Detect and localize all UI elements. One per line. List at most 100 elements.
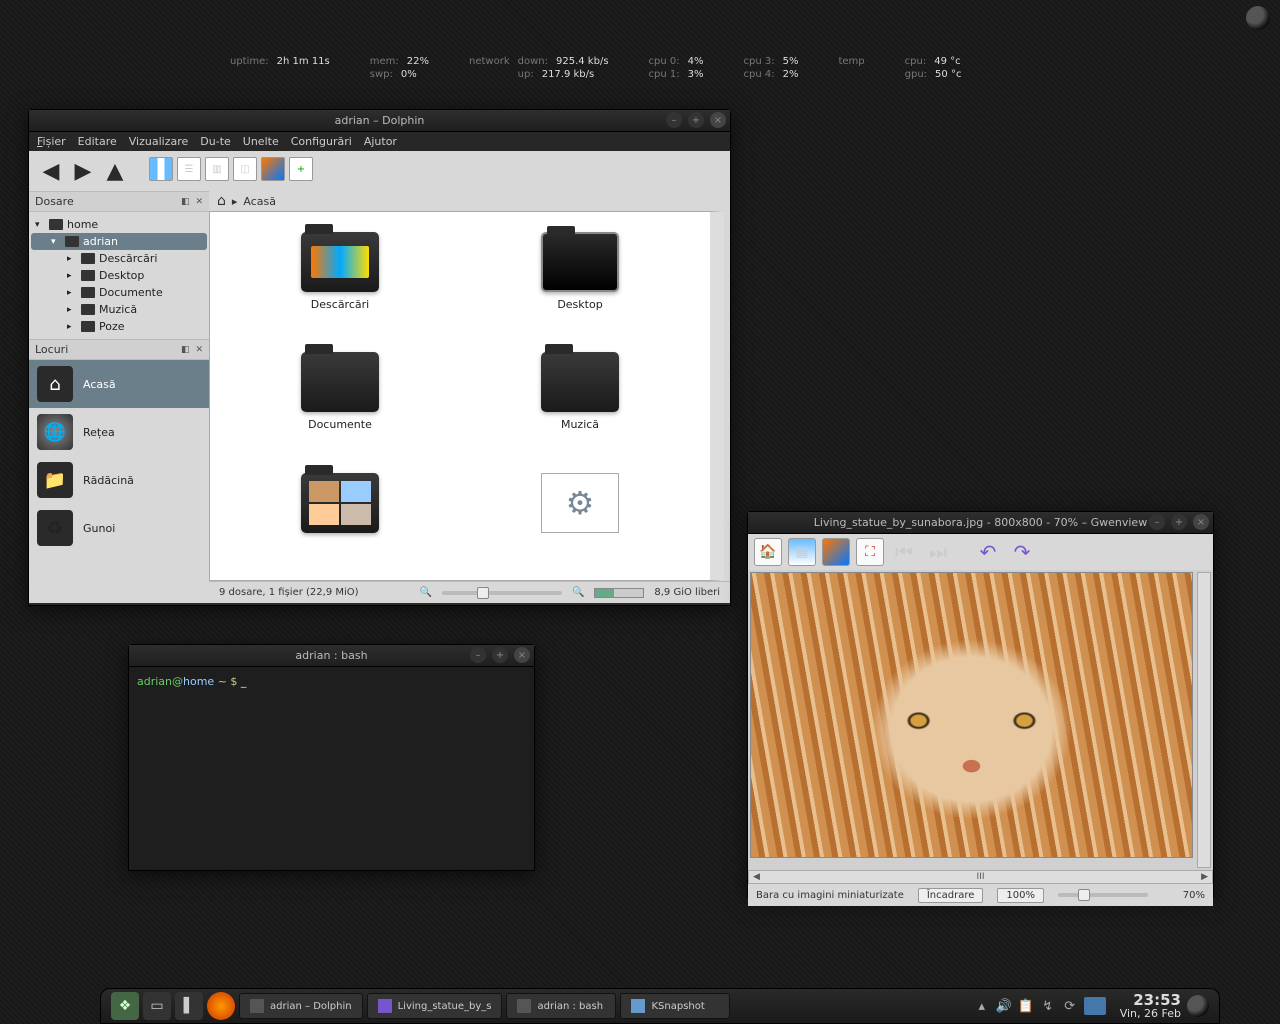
task-ksnapshot[interactable]: KSnapshot xyxy=(620,993,730,1019)
view-preview-button[interactable] xyxy=(261,157,285,181)
clipboard-icon[interactable]: 📋 xyxy=(1018,998,1034,1014)
folder-documents-label: Documente xyxy=(308,418,372,431)
trash-icon: ♻ xyxy=(37,510,73,546)
task-terminal[interactable]: adrian : bash xyxy=(506,993,616,1019)
place-network[interactable]: 🌐Rețea xyxy=(29,408,209,456)
folder-desktop[interactable]: Desktop xyxy=(490,232,670,332)
temp-gpu-label: gpu: xyxy=(905,69,927,80)
terminal-launcher[interactable]: ▌ xyxy=(175,992,203,1020)
pane-undock-icon[interactable]: ◧ xyxy=(181,345,190,355)
next-image-button[interactable]: ⏭ xyxy=(924,538,952,566)
view-icons-button[interactable] xyxy=(149,157,173,181)
view-button[interactable] xyxy=(822,538,850,566)
prev-image-button[interactable]: ⏮ xyxy=(890,538,918,566)
menu-view[interactable]: Vizualizare xyxy=(129,135,189,148)
taskbar-clock[interactable]: 23:53 Vin, 26 Feb xyxy=(1120,992,1181,1021)
view-split-button[interactable]: ◫ xyxy=(233,157,257,181)
menu-settings[interactable]: Configurări xyxy=(291,135,352,148)
volume-icon[interactable]: 🔊 xyxy=(996,998,1012,1014)
place-home[interactable]: ⌂Acasă xyxy=(29,360,209,408)
fit-button[interactable]: Încadrare xyxy=(918,888,984,903)
breadcrumb-home[interactable]: Acasă xyxy=(243,195,276,208)
menu-go[interactable]: Du-te xyxy=(200,135,231,148)
tree-pictures-label: Poze xyxy=(99,320,125,333)
maximize-button[interactable]: + xyxy=(688,112,704,128)
nav-forward-button[interactable]: ▶ xyxy=(69,157,97,185)
scroll-thumb[interactable]: III xyxy=(977,872,985,882)
view-new-button[interactable]: + xyxy=(289,157,313,181)
dolphin-titlebar[interactable]: adrian – Dolphin – + × xyxy=(29,110,730,132)
browse-button[interactable]: 🏠 xyxy=(754,538,782,566)
updates-icon[interactable]: ⟳ xyxy=(1062,998,1078,1014)
maximize-button[interactable]: + xyxy=(492,647,508,663)
image-viewport[interactable] xyxy=(748,570,1213,870)
tree-adrian[interactable]: ▾adrian xyxy=(31,233,207,250)
folder-documents[interactable]: Documente xyxy=(250,352,430,452)
maximize-button[interactable]: + xyxy=(1171,514,1187,530)
network-tray-icon[interactable]: ↯ xyxy=(1040,998,1056,1014)
system-tray: ▴ 🔊 📋 ↯ ⟳ 23:53 Vin, 26 Feb xyxy=(974,992,1209,1021)
horizontal-scrollbar[interactable]: ◀III▶ xyxy=(748,870,1213,884)
thumbnails-button[interactable]: ▦ xyxy=(788,538,816,566)
gwenview-titlebar[interactable]: Living_statue_by_sunabora.jpg - 800x800 … xyxy=(748,512,1213,534)
tree-documents[interactable]: ▸Documente xyxy=(31,284,207,301)
zoom-out-icon[interactable]: 🔍 xyxy=(419,587,431,598)
fullscreen-button[interactable]: ⛶ xyxy=(856,538,884,566)
cpu4-label: cpu 4: xyxy=(744,69,775,80)
vertical-scrollbar[interactable] xyxy=(1197,572,1211,868)
zoom-slider[interactable] xyxy=(442,591,562,595)
network-icon: 🌐 xyxy=(37,414,73,450)
breadcrumb[interactable]: ⌂ ▸ Acasă xyxy=(209,191,730,211)
place-trash[interactable]: ♻Gunoi xyxy=(29,504,209,552)
status-free-space: 8,9 GiO liberi xyxy=(654,587,720,598)
tree-home[interactable]: ▾home xyxy=(31,216,207,233)
zoom-slider[interactable] xyxy=(1058,893,1148,897)
task-ksnapshot-label: KSnapshot xyxy=(651,1001,704,1012)
folder-settings[interactable]: ⚙ xyxy=(490,473,670,560)
pane-close-icon[interactable]: ✕ xyxy=(195,197,203,207)
zoom-in-icon[interactable]: 🔍 xyxy=(572,587,584,598)
gwenview-statusbar: Bara cu imagini miniaturizate Încadrare … xyxy=(748,884,1213,906)
nav-up-button[interactable]: ▲ xyxy=(101,157,129,185)
rotate-right-button[interactable]: ↷ xyxy=(1008,538,1036,566)
terminal-icon xyxy=(517,999,531,1013)
pane-close-icon[interactable]: ✕ xyxy=(195,345,203,355)
tree-downloads[interactable]: ▸Descărcări xyxy=(31,250,207,267)
pane-undock-icon[interactable]: ◧ xyxy=(181,197,190,207)
temp-cpu-value: 49 °c xyxy=(934,56,960,67)
firefox-launcher[interactable] xyxy=(207,992,235,1020)
terminal-body[interactable]: adrian@home ~ $ _ xyxy=(129,667,534,696)
tree-desktop[interactable]: ▸Desktop xyxy=(31,267,207,284)
minimize-button[interactable]: – xyxy=(470,647,486,663)
tree-music[interactable]: ▸Muzică xyxy=(31,301,207,318)
task-dolphin[interactable]: adrian – Dolphin xyxy=(239,993,363,1019)
rotate-left-button[interactable]: ↶ xyxy=(974,538,1002,566)
folder-pictures[interactable] xyxy=(250,473,430,560)
tree-pictures[interactable]: ▸Poze xyxy=(31,318,207,335)
menu-file[interactable]: FFișierișier xyxy=(37,135,66,148)
folder-music[interactable]: Muzică xyxy=(490,352,670,452)
close-button[interactable]: × xyxy=(514,647,530,663)
tray-expand-icon[interactable]: ▴ xyxy=(974,998,990,1014)
close-button[interactable]: × xyxy=(1193,514,1209,530)
terminal-titlebar[interactable]: adrian : bash – + × xyxy=(129,645,534,667)
menu-help[interactable]: Ajutor xyxy=(364,135,397,148)
task-gwenview[interactable]: Living_statue_by_s xyxy=(367,993,503,1019)
view-details-button[interactable]: ☰ xyxy=(177,157,201,181)
folder-downloads[interactable]: Descărcări xyxy=(250,232,430,332)
menu-edit[interactable]: Editare xyxy=(78,135,117,148)
start-menu-button[interactable]: ❖ xyxy=(111,992,139,1020)
zoom-100-button[interactable]: 100% xyxy=(997,888,1044,903)
desktop-widget-moon[interactable] xyxy=(1246,6,1270,30)
cashew-icon[interactable] xyxy=(1187,995,1209,1017)
view-columns-button[interactable]: ▥ xyxy=(205,157,229,181)
place-root[interactable]: 📁Rădăcină xyxy=(29,456,209,504)
show-desktop-button[interactable]: ▭ xyxy=(143,992,171,1020)
thumbnail-bar-toggle[interactable]: Bara cu imagini miniaturizate xyxy=(756,890,904,901)
close-button[interactable]: × xyxy=(710,112,726,128)
minimize-button[interactable]: – xyxy=(1149,514,1165,530)
display-icon[interactable] xyxy=(1084,997,1106,1015)
nav-back-button[interactable]: ◀ xyxy=(37,157,65,185)
minimize-button[interactable]: – xyxy=(666,112,682,128)
menu-tools[interactable]: Unelte xyxy=(243,135,279,148)
